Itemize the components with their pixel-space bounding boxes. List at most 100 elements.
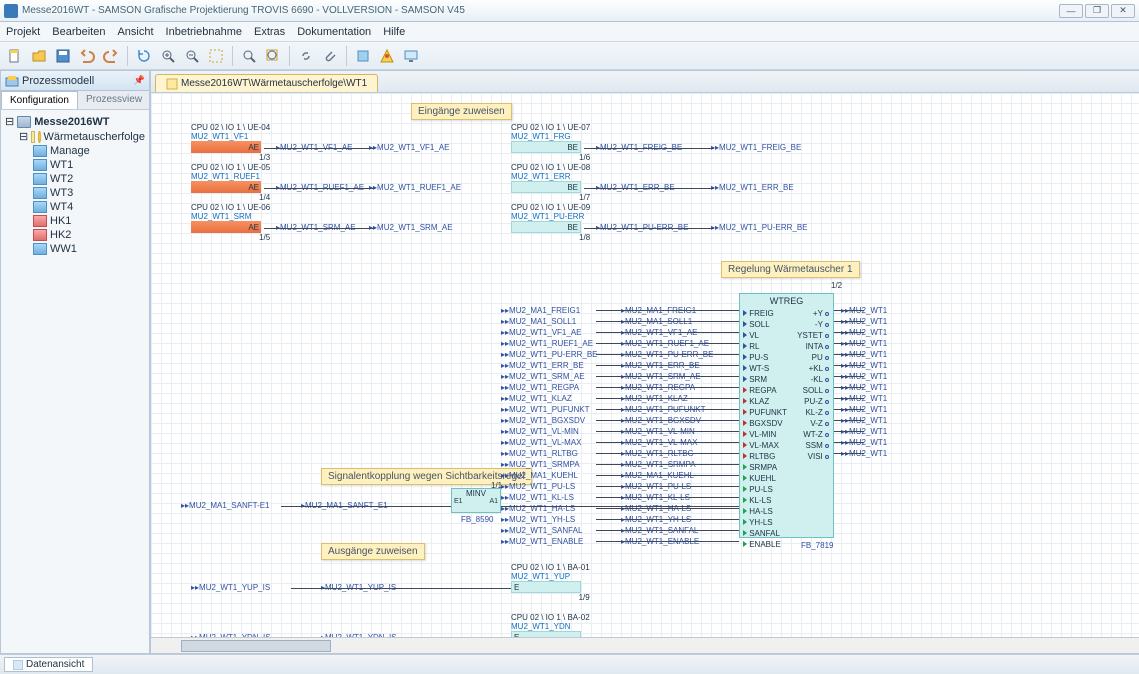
wtreg-title: WTREG	[740, 294, 833, 308]
io-block-ue05[interactable]: CPU 02 \ IO 1 \ UE-05 MU2_WT1_RUEF1 AE 1…	[191, 163, 270, 202]
note-reg: Regelung Wärmetauscher 1	[721, 261, 860, 278]
prozessmodell-header: Prozessmodell 📌	[1, 71, 149, 91]
zoom-out-button[interactable]	[181, 45, 203, 67]
io-block-ue08[interactable]: CPU 02 \ IO 1 \ UE-08 MU2_WT1_ERR BE 1/7	[511, 163, 590, 202]
sanft-in: ▸▸MU2_MA1_SANFT-E1	[181, 501, 270, 510]
refresh-button[interactable]	[133, 45, 155, 67]
titlebar: Messe2016WT - SAMSON Grafische Projektie…	[0, 0, 1139, 22]
signal-err-be-out: ▸▸MU2_WT1_ERR_BE	[711, 183, 794, 192]
zoom-100-button[interactable]	[238, 45, 260, 67]
tree-item-manage[interactable]: Manage	[5, 144, 145, 158]
tree-root[interactable]: ⊟ Messe2016WT	[5, 114, 145, 129]
reg-in-sig: ▸▸MU2_WT1_VL-MAX	[501, 437, 598, 448]
diagram-canvas[interactable]: Eingänge zuweisen Signalentkopplung wege…	[151, 93, 1139, 637]
io-block-ue09[interactable]: CPU 02 \ IO 1 \ UE-09 MU2_WT1_PU-ERR BE …	[511, 203, 590, 242]
menu-extras[interactable]: Extras	[254, 26, 285, 38]
warning-button[interactable]	[376, 45, 398, 67]
reg-in-sig: ▸▸MU2_WT1_YH-LS	[501, 514, 598, 525]
toolbar	[0, 42, 1139, 70]
doc-tab-wt1[interactable]: Messe2016WT\Wärmetauscherfolge\WT1	[155, 74, 378, 92]
reg-in-sig: ▸▸MU2_MA1_KUEHL	[501, 470, 598, 481]
maximize-button[interactable]: ❐	[1085, 4, 1109, 18]
tab-prozessview[interactable]: Prozessview	[78, 91, 150, 109]
menubar: Projekt Bearbeiten Ansicht Inbetriebnahm…	[0, 22, 1139, 42]
reg-in-sig: ▸▸MU2_WT1_VL-MIN	[501, 426, 598, 437]
undo-button[interactable]	[76, 45, 98, 67]
tree-item-ww1[interactable]: WW1	[5, 242, 145, 256]
zoom-in-button[interactable]	[157, 45, 179, 67]
zoom-fit-button[interactable]	[205, 45, 227, 67]
link-button[interactable]	[295, 45, 317, 67]
canvas-scroll[interactable]: Eingänge zuweisen Signalentkopplung wege…	[151, 93, 1139, 637]
menu-ansicht[interactable]: Ansicht	[117, 26, 153, 38]
tree-group[interactable]: ⊟ Wärmetauscherfolge	[5, 129, 145, 144]
reg-in-sig: ▸▸MU2_WT1_RLTBG	[501, 448, 598, 459]
reg-in-sig: ▸▸MU2_WT1_VF1_AE	[501, 327, 598, 338]
horizontal-scrollbar[interactable]	[151, 637, 1139, 653]
wtreg-idx: 1/2	[831, 281, 842, 290]
menu-inbetriebnahme[interactable]: Inbetriebnahme	[166, 26, 242, 38]
app-icon	[4, 4, 18, 18]
signal-puerr-be-out: ▸▸MU2_WT1_PU-ERR_BE	[711, 223, 808, 232]
tree-item-hk1[interactable]: HK1	[5, 214, 145, 228]
prozessmodell-panel: Prozessmodell 📌 Konfiguration Prozessvie…	[0, 70, 150, 654]
signal-freig-be-out: ▸▸MU2_WT1_FREIG_BE	[711, 143, 801, 152]
pin-icon[interactable]: 📌	[134, 75, 145, 86]
signal-yup-in: ▸▸MU2_WT1_YUP_IS	[191, 583, 270, 592]
reg-in-sig: ▸▸MU2_WT1_ERR_BE	[501, 360, 598, 371]
io-block-ba02[interactable]: CPU 02 \ IO 1 \ BA-02 MU2_WT1_YDN E 1/10	[511, 613, 590, 637]
wtreg-block[interactable]: WTREG FREIG+Y SOLL-Y VLYSTET RLINTA PU-S…	[739, 293, 834, 538]
block-button[interactable]	[352, 45, 374, 67]
reg-in-sig: ▸▸MU2_WT1_RUEF1_AE	[501, 338, 598, 349]
reg-in-sig: ▸▸MU2_WT1_KLAZ	[501, 393, 598, 404]
io-block-ue06[interactable]: CPU 02 \ IO 1 \ UE-06 MU2_WT1_SRM AE 1/5	[191, 203, 270, 242]
menu-projekt[interactable]: Projekt	[6, 26, 40, 38]
tree-item-wt1[interactable]: WT1	[5, 158, 145, 172]
signal-srm-ae-out: ▸▸MU2_WT1_SRM_AE	[369, 223, 453, 232]
new-button[interactable]	[4, 45, 26, 67]
tree-item-wt3[interactable]: WT3	[5, 186, 145, 200]
io-block-ue07[interactable]: CPU 02 \ IO 1 \ UE-07 MU2_WT1_FRG BE 1/6	[511, 123, 590, 162]
window-title: Messe2016WT - SAMSON Grafische Projektie…	[22, 5, 465, 16]
reg-in-sig: ▸▸MU2_WT1_ENABLE	[501, 536, 598, 547]
close-button[interactable]: ✕	[1111, 4, 1135, 18]
note-outputs: Ausgänge zuweisen	[321, 543, 425, 560]
signal-ydn-in: ▸▸MU2_WT1_YDN_IS	[191, 633, 271, 637]
menu-bearbeiten[interactable]: Bearbeiten	[52, 26, 105, 38]
tab-konfiguration[interactable]: Konfiguration	[1, 91, 78, 109]
doc-tabs: Messe2016WT\Wärmetauscherfolge\WT1 ◄ ► ×	[151, 71, 1139, 93]
signal-ydn-mid: ▸MU2_WT1_YDN_IS	[321, 633, 397, 637]
statusbar: Datenansicht	[0, 654, 1139, 674]
reg-in-sig: ▸▸MU2_MA1_SOLL1	[501, 316, 598, 327]
minimize-button[interactable]: —	[1059, 4, 1083, 18]
wtreg-fb: FB_7819	[801, 541, 833, 550]
minv-block[interactable]: MINV E1A1	[451, 488, 501, 513]
minv-idx: 1/1	[491, 481, 502, 490]
zoom-sel-button[interactable]	[262, 45, 284, 67]
reg-in-sig: ▸▸MU2_MA1_FREIG1	[501, 305, 598, 316]
status-datenansicht[interactable]: Datenansicht	[4, 657, 93, 672]
menu-dokumentation[interactable]: Dokumentation	[297, 26, 371, 38]
io-block-ba01[interactable]: CPU 02 \ IO 1 \ BA-01 MU2_WT1_YUP E 1/9	[511, 563, 590, 602]
tree-tabs: Konfiguration Prozessview	[1, 91, 149, 110]
menu-hilfe[interactable]: Hilfe	[383, 26, 405, 38]
monitor-button[interactable]	[400, 45, 422, 67]
note-inputs: Eingänge zuweisen	[411, 103, 512, 120]
reg-in-sig: ▸▸MU2_WT1_SANFAL	[501, 525, 598, 536]
reg-in-sig: ▸▸MU2_WT1_PU-ERR_BE	[501, 349, 598, 360]
editor: Messe2016WT\Wärmetauscherfolge\WT1 ◄ ► ×…	[150, 70, 1139, 654]
reg-in-sig: ▸▸MU2_WT1_SRM_AE	[501, 371, 598, 382]
open-button[interactable]	[28, 45, 50, 67]
tree-item-wt4[interactable]: WT4	[5, 200, 145, 214]
redo-button[interactable]	[100, 45, 122, 67]
reg-in-sig: ▸▸MU2_WT1_BGXSDV	[501, 415, 598, 426]
tree-item-wt2[interactable]: WT2	[5, 172, 145, 186]
reg-in-sig: ▸▸MU2_WT1_PUFUNKT	[501, 404, 598, 415]
attach-button[interactable]	[319, 45, 341, 67]
io-block-ue04[interactable]: CPU 02 \ IO 1 \ UE-04 MU2_WT1_VF1 AE 1/3	[191, 123, 270, 162]
tree-item-hk2[interactable]: HK2	[5, 228, 145, 242]
reg-in-sig: ▸▸MU2_WT1_HA-LS	[501, 503, 598, 514]
save-button[interactable]	[52, 45, 74, 67]
reg-in-sig: ▸▸MU2_WT1_KL-LS	[501, 492, 598, 503]
reg-in-sig: ▸▸MU2_WT1_SRMPA	[501, 459, 598, 470]
